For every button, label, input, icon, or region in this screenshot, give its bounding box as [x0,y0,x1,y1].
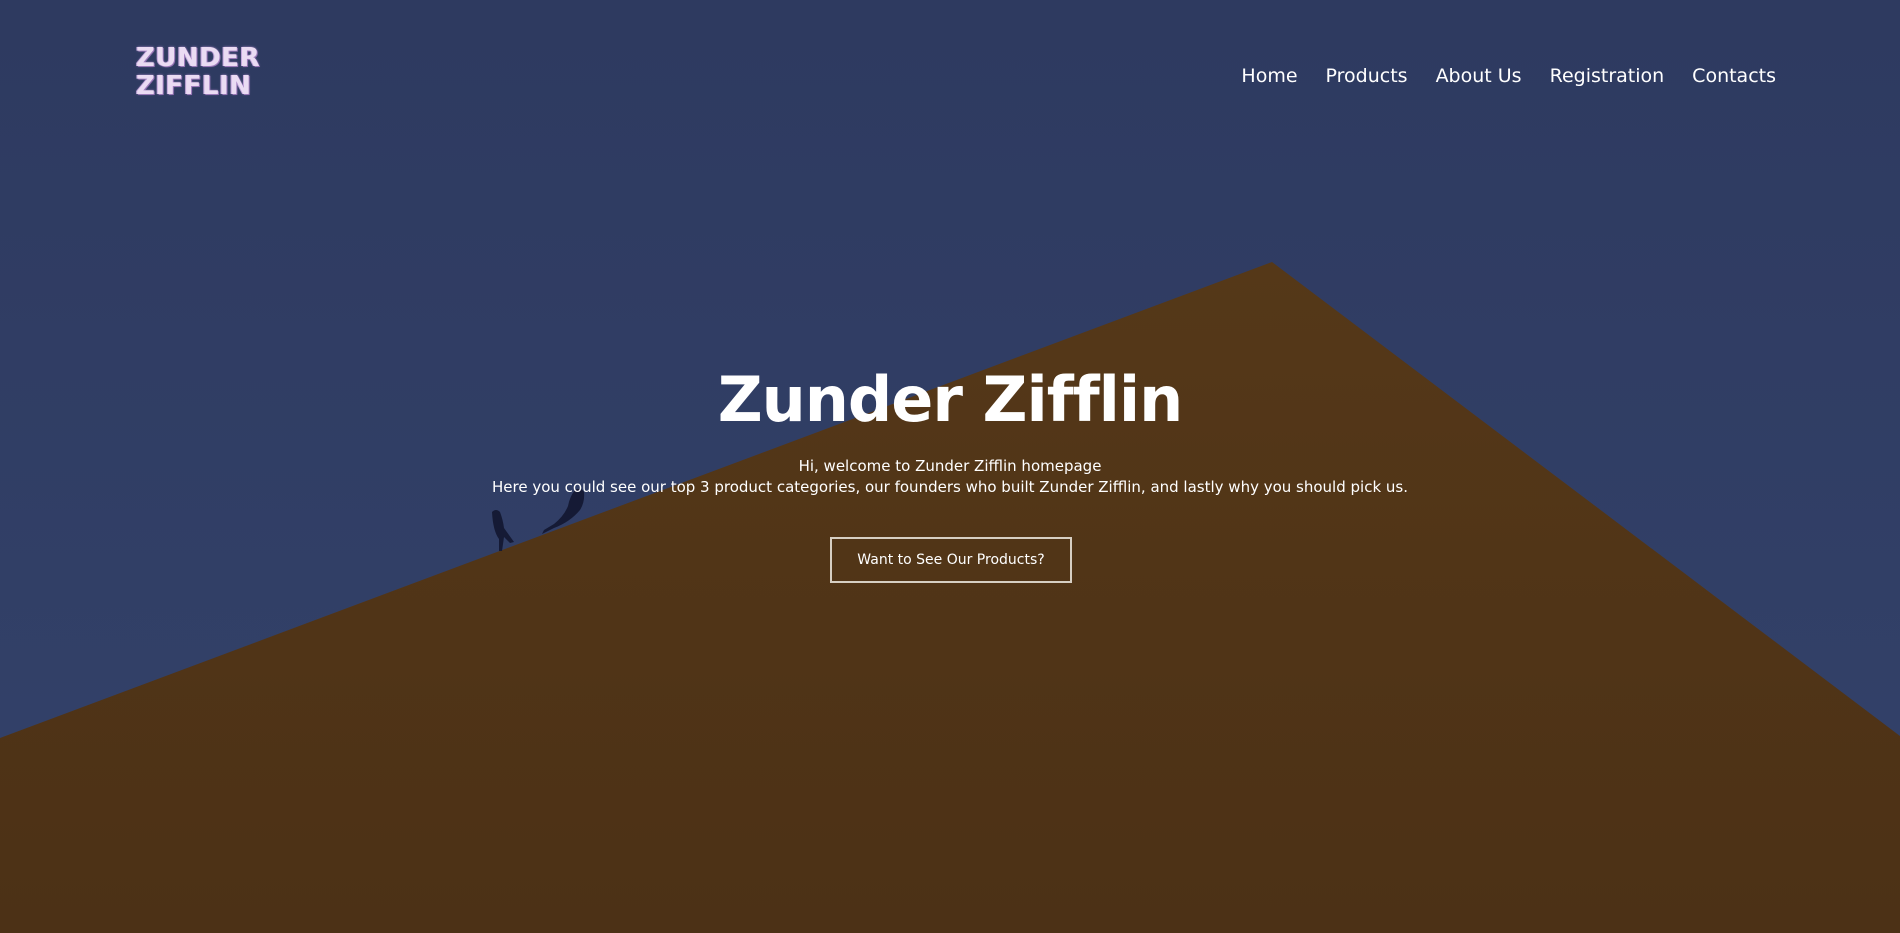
hero-description: Hi, welcome to Zunder Zifflin homepage H… [0,456,1900,498]
nav-contacts-link[interactable]: Contacts [1692,62,1776,90]
nav-home-link[interactable]: Home [1241,62,1297,90]
see-products-button[interactable]: Want to See Our Products? [830,537,1072,583]
logo-line-2: ZIFFLIN [136,71,252,101]
hero-info-line: Here you could see our top 3 product cat… [491,478,1408,496]
site-logo[interactable]: ZUNDER ZIFFLIN [136,43,261,101]
hero-welcome-line: Hi, welcome to Zunder Zifflin homepage [798,457,1102,475]
main-navigation: Home Products About Us Registration Cont… [1241,62,1776,90]
hero-title: Zunder Zifflin [717,363,1184,436]
nav-about-us-link[interactable]: About Us [1436,62,1522,90]
nav-products-link[interactable]: Products [1326,62,1408,90]
nav-registration-link[interactable]: Registration [1550,62,1665,90]
logo-line-1: ZUNDER [136,43,261,73]
